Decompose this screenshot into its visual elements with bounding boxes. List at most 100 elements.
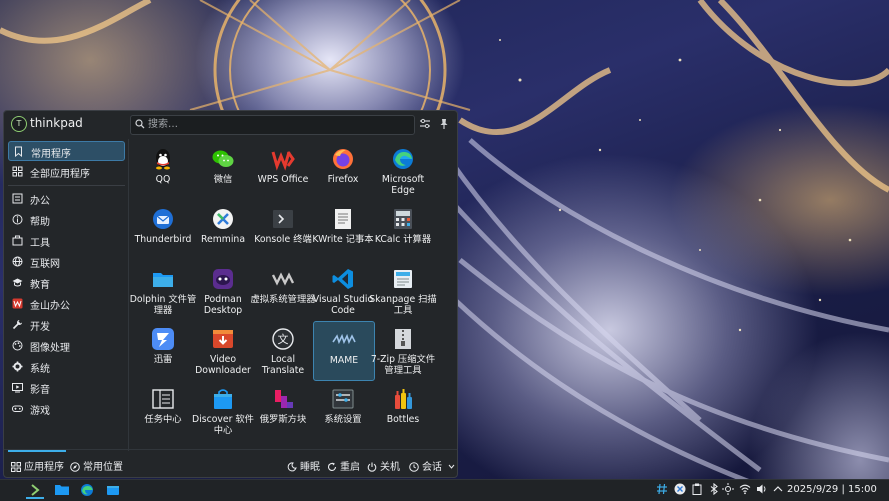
app-qq[interactable]: QQ	[133, 141, 193, 199]
sidebar-item-office[interactable]: 办公	[8, 189, 125, 209]
app-kwrite[interactable]: KWrite 记事本	[312, 201, 374, 259]
sidebar-item-label: 开发	[30, 322, 50, 333]
sleep-icon	[287, 462, 297, 472]
app-kcalc[interactable]: KCalc 计算器	[373, 201, 433, 259]
app-label: Dolphin 文件管理器	[129, 294, 197, 316]
sidebar-item-label: 办公	[30, 196, 50, 207]
sidebar-item-favorites[interactable]: 常用程序	[8, 141, 125, 161]
chevron-up-icon[interactable]	[772, 483, 784, 495]
app-label: 7-Zip 压缩文件管理工具	[370, 354, 436, 376]
app-skanpage[interactable]: Skanpage 扫描工具	[369, 261, 437, 319]
globe-icon	[12, 256, 23, 267]
app-dolphin[interactable]: Dolphin 文件管理器	[130, 261, 196, 319]
search-icon	[135, 119, 145, 129]
app-mame[interactable]: MAME	[313, 321, 375, 381]
sidebar-item-graphics[interactable]: 图像处理	[8, 336, 125, 356]
app-konsole[interactable]: Konsole 终端	[253, 201, 313, 259]
sidebar-item-utilities[interactable]: 工具	[8, 231, 125, 251]
remmina-icon	[213, 209, 233, 229]
sleep-button[interactable]: 睡眠	[287, 458, 320, 473]
sidebar-item-internet[interactable]: 互联网	[8, 252, 125, 272]
bluetooth-icon[interactable]	[708, 483, 720, 495]
sidebar-item-wps[interactable]: 金山办公	[8, 294, 125, 314]
app-video-downloader[interactable]: Video Downloader	[193, 321, 253, 379]
app-system-settings[interactable]: 系统设置	[313, 381, 373, 439]
sidebar-item-system[interactable]: 系统	[8, 357, 125, 377]
sidebar-item-label: 常用程序	[31, 149, 71, 160]
kwrite-icon	[335, 209, 351, 229]
app-7zip[interactable]: 7-Zip 压缩文件管理工具	[371, 321, 435, 379]
clipboard-icon[interactable]	[691, 483, 703, 495]
app-tetris[interactable]: 俄罗斯方块	[253, 381, 313, 439]
sidebar-item-label: 工具	[30, 238, 50, 249]
app-virt-manager[interactable]: 虚拟系统管理器	[250, 261, 316, 319]
search-box[interactable]	[130, 115, 415, 135]
app-task-center[interactable]: 任务中心	[133, 381, 193, 439]
compass-icon	[70, 462, 80, 472]
app-bottles[interactable]: Bottles	[373, 381, 433, 439]
app-vscode[interactable]: Visual Studio Code	[313, 261, 373, 319]
shutdown-button[interactable]: 关机	[367, 458, 400, 473]
xunlei-icon	[152, 328, 174, 350]
taskbar: 2025/9/29 | 15:00	[0, 479, 889, 501]
clock[interactable]: 2025/9/29 | 15:00	[787, 484, 877, 495]
wechat-icon	[212, 150, 234, 167]
application-launcher: T thinkpad 常用程序 全部应用程序	[3, 110, 458, 478]
app-label: Visual Studio Code	[312, 294, 374, 316]
configure-icon[interactable]	[419, 118, 431, 130]
pin-icon[interactable]	[438, 118, 450, 130]
app-thunderbird[interactable]: Thunderbird	[133, 201, 193, 259]
qq-icon	[156, 149, 170, 170]
app-podman-desktop[interactable]: Podman Desktop	[193, 261, 253, 319]
app-label: 虚拟系统管理器	[250, 294, 316, 305]
system-settings-icon	[332, 389, 354, 409]
help-icon	[12, 214, 23, 225]
sidebar-item-all-apps[interactable]: 全部应用程序	[8, 162, 125, 182]
app-label: QQ	[155, 174, 171, 185]
app-firefox[interactable]: Firefox	[313, 141, 373, 199]
discover-icon	[214, 389, 232, 409]
wifi-icon[interactable]	[739, 483, 751, 495]
konsole-icon	[273, 210, 293, 228]
input-method-icon[interactable]	[656, 483, 668, 495]
app-wps-office[interactable]: WPS Office	[253, 141, 313, 199]
podman-icon	[213, 269, 233, 289]
multimedia-icon	[12, 383, 23, 393]
app-remmina[interactable]: Remmina	[193, 201, 253, 259]
volume-icon[interactable]	[756, 483, 768, 495]
app-label: Podman Desktop	[203, 294, 243, 316]
app-microsoft-edge[interactable]: Microsoft Edge	[373, 141, 433, 199]
app-discover[interactable]: Discover 软件中心	[192, 381, 254, 439]
taskbar-dolphin[interactable]	[53, 482, 71, 498]
app-xunlei[interactable]: 迅雷	[133, 321, 193, 379]
app-wechat[interactable]: 微信	[193, 141, 253, 199]
skanpage-icon	[394, 270, 412, 288]
launcher-button[interactable]	[26, 482, 44, 499]
sidebar-item-games[interactable]: 游戏	[8, 399, 125, 419]
app-local-translate[interactable]: 文 Local Translate	[253, 321, 313, 379]
tetris-icon	[275, 390, 293, 408]
app-label: 迅雷	[153, 354, 173, 365]
tab-places[interactable]: 常用位置	[70, 458, 123, 473]
session-button[interactable]: 会话	[409, 458, 458, 473]
sidebar-item-label: 游戏	[30, 406, 50, 417]
virt-manager-icon	[271, 272, 295, 286]
avatar[interactable]: T	[11, 116, 27, 132]
remmina-tray-icon[interactable]	[674, 483, 686, 495]
sidebar-item-label: 图像处理	[30, 343, 70, 354]
sidebar-item-development[interactable]: 开发	[8, 315, 125, 335]
restart-button[interactable]: 重启	[327, 458, 360, 473]
taskbar-edge[interactable]	[78, 482, 96, 498]
sidebar-item-help[interactable]: 帮助	[8, 210, 125, 230]
sidebar-item-education[interactable]: 教育	[8, 273, 125, 293]
launcher-footer: 应用程序 常用位置 睡眠 重启 关机 会话	[4, 449, 457, 478]
sidebar-item-multimedia[interactable]: 影音	[8, 378, 125, 398]
sidebar-item-label: 金山办公	[30, 301, 70, 312]
video-downloader-icon	[213, 330, 233, 348]
edge-icon	[81, 484, 93, 496]
app-label: Local Translate	[261, 354, 305, 376]
search-input[interactable]	[148, 117, 398, 131]
tab-applications[interactable]: 应用程序	[11, 458, 64, 473]
taskbar-discover[interactable]	[104, 482, 122, 498]
brightness-icon[interactable]	[722, 483, 734, 495]
